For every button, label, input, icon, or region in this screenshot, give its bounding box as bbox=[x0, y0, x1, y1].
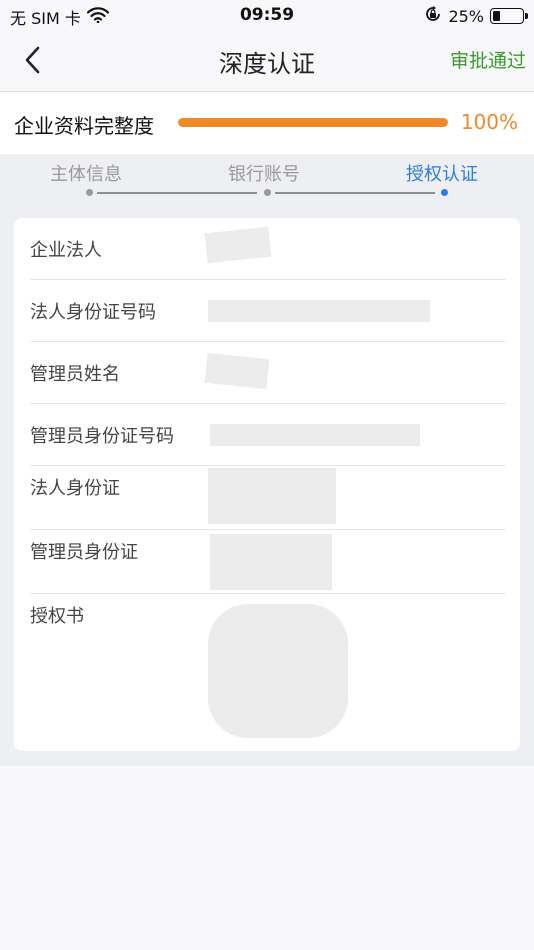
completeness-progress-bar bbox=[178, 118, 448, 127]
field-label: 授权书 bbox=[30, 606, 84, 627]
redacted-authorization-letter bbox=[208, 604, 348, 738]
navigation-bar: 深度认证 审批通过 bbox=[0, 30, 534, 90]
step-indicator: 主体信息 银行账号 授权认证 bbox=[0, 154, 534, 214]
battery-percent: 25% bbox=[448, 6, 484, 26]
battery-icon bbox=[490, 8, 528, 24]
redacted-value bbox=[204, 226, 272, 264]
orientation-lock-icon bbox=[424, 5, 442, 27]
redacted-value bbox=[208, 300, 430, 322]
field-label: 管理员身份证 bbox=[30, 542, 138, 563]
field-label: 管理员姓名 bbox=[30, 364, 120, 385]
content-area: 主体信息 银行账号 授权认证 企业法人 法人身份证号码 管理员姓名 管理员身份证… bbox=[0, 154, 534, 766]
completeness-progress-fill bbox=[178, 118, 448, 127]
status-bar: 无 SIM 卡 09:59 25% bbox=[0, 0, 534, 30]
step-connector-2 bbox=[275, 192, 435, 194]
deep-certification-screen: 无 SIM 卡 09:59 25% 深度认证 审批通过 企业资料完整度 100%… bbox=[0, 0, 534, 950]
field-label: 管理员身份证号码 bbox=[30, 426, 174, 447]
step-dot-2 bbox=[264, 189, 271, 196]
redacted-value bbox=[210, 424, 420, 446]
step-connector-1 bbox=[97, 192, 257, 194]
field-row-legal-person: 企业法人 bbox=[14, 218, 520, 280]
status-right: 25% bbox=[424, 5, 528, 27]
completeness-section: 企业资料完整度 100% bbox=[0, 92, 534, 154]
step-dot-3 bbox=[441, 189, 448, 196]
field-label: 法人身份证 bbox=[30, 478, 120, 499]
step-authorization[interactable]: 授权认证 bbox=[406, 160, 478, 186]
redacted-id-photo bbox=[210, 534, 332, 590]
step-dot-1 bbox=[86, 189, 93, 196]
authorization-info-card: 企业法人 法人身份证号码 管理员姓名 管理员身份证号码 法人身份证 管理员身份证… bbox=[14, 218, 520, 751]
completeness-label: 企业资料完整度 bbox=[14, 114, 154, 138]
step-subject-info[interactable]: 主体信息 bbox=[50, 160, 122, 186]
field-row-legal-person-id: 法人身份证号码 bbox=[14, 280, 520, 342]
field-row-legal-person-id-photo: 法人身份证 bbox=[14, 466, 520, 530]
field-row-authorization-letter: 授权书 bbox=[14, 594, 520, 751]
approve-button[interactable]: 审批通过 bbox=[450, 46, 526, 73]
field-row-admin-name: 管理员姓名 bbox=[14, 342, 520, 404]
battery-level bbox=[493, 11, 500, 21]
field-label: 法人身份证号码 bbox=[30, 302, 156, 323]
redacted-value bbox=[204, 352, 270, 390]
field-row-admin-id: 管理员身份证号码 bbox=[14, 404, 520, 466]
step-bank-account[interactable]: 银行账号 bbox=[228, 160, 300, 186]
field-label: 企业法人 bbox=[30, 240, 102, 261]
redacted-id-photo bbox=[208, 468, 336, 524]
completeness-value: 100% bbox=[460, 110, 518, 134]
field-row-admin-id-photo: 管理员身份证 bbox=[14, 530, 520, 594]
